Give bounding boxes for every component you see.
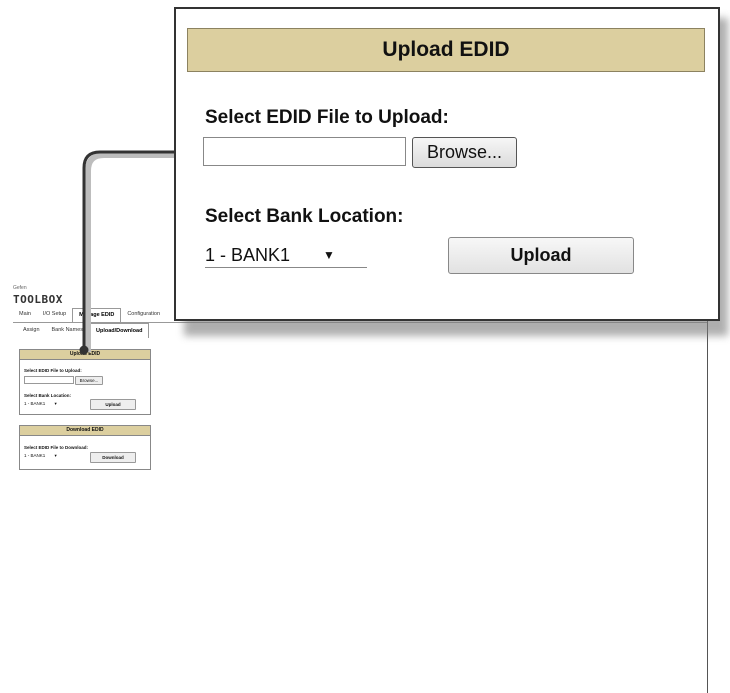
chevron-down-icon: ▼ <box>323 248 335 262</box>
bank-location-label: Select Bank Location: <box>205 206 404 227</box>
upload-edid-callout: Upload EDID Select EDID File to Upload: … <box>174 7 720 321</box>
bank-location-value: 1 - BANK1 <box>205 245 291 265</box>
upload-edid-title: Upload EDID <box>187 28 705 72</box>
upload-button[interactable]: Upload <box>448 237 634 274</box>
browse-button[interactable]: Browse... <box>412 137 517 168</box>
file-path-input[interactable] <box>203 137 406 166</box>
bank-location-select[interactable]: 1 - BANK1 ▼ <box>205 242 367 268</box>
file-upload-label: Select EDID File to Upload: <box>205 107 449 128</box>
